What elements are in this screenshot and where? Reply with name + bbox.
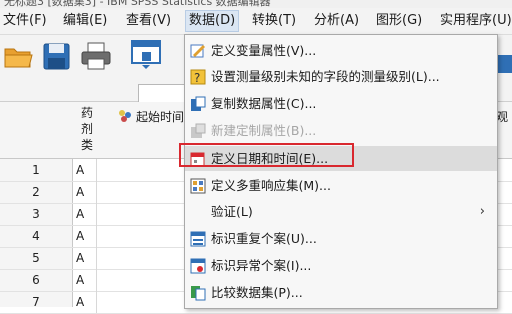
unusual-cases-icon (190, 258, 206, 274)
table-cell[interactable]: A (73, 291, 97, 313)
menu-edit[interactable]: 编辑(E) (60, 11, 110, 31)
table-cell[interactable]: A (73, 203, 97, 225)
menu-graphs[interactable]: 图形(G) (373, 11, 425, 31)
start-header-label: 起始时间 (136, 110, 185, 124)
menu-define-multiple-response[interactable]: 定义多重响应集(M)... (185, 173, 497, 198)
menu-define-variable-properties[interactable]: 定义变量属性(V)... (185, 38, 497, 63)
scale-variable-icon (119, 110, 131, 122)
column-header-var[interactable]: 药剂类 (78, 105, 96, 153)
row-number[interactable]: 7 (0, 291, 72, 313)
menu-transform[interactable]: 转换(T) (249, 11, 299, 31)
menu-identify-unusual-cases[interactable]: 标识异常个案(I)... (185, 253, 497, 278)
save-icon[interactable] (42, 41, 72, 71)
menu-set-measurement-level[interactable]: ? 设置测量级别未知的字段的测量级别(L)... (185, 64, 497, 89)
data-menu-dropdown: 定义变量属性(V)... ? 设置测量级别未知的字段的测量级别(L)... 复制… (184, 34, 498, 309)
menu-analyze[interactable]: 分析(A) (311, 11, 362, 31)
menu-view[interactable]: 查看(V) (123, 11, 174, 31)
table-cell[interactable]: A (73, 269, 97, 291)
title-bar: 无标题3 [数据集3] - IBM SPSS Statistics 数据编辑器 (0, 0, 512, 8)
row-number[interactable]: 5 (0, 247, 72, 269)
menu-data[interactable]: 数据(D) (185, 10, 240, 32)
toolbar-edge-icon[interactable] (496, 53, 512, 75)
open-folder-icon[interactable] (3, 41, 33, 71)
window-title: 无标题3 [数据集3] - IBM SPSS Statistics 数据编辑器 (4, 0, 271, 8)
print-icon[interactable] (80, 41, 112, 71)
menu-compare-datasets[interactable]: 比较数据集(P)... (185, 280, 497, 305)
menu-copy-data-properties[interactable]: 复制数据属性(C)... (185, 91, 497, 116)
table-cell[interactable]: A (73, 159, 97, 181)
row-number[interactable]: 2 (0, 181, 72, 203)
multiple-response-icon (190, 178, 206, 194)
custom-attribute-icon (191, 123, 206, 138)
table-cell[interactable]: A (73, 225, 97, 247)
table-cell[interactable]: A (73, 247, 97, 269)
row-number[interactable]: 6 (0, 269, 72, 291)
measure-level-icon: ? (190, 69, 206, 85)
row-number[interactable]: 1 (0, 159, 72, 181)
duplicate-cases-icon (190, 231, 206, 247)
compare-datasets-icon (191, 286, 206, 301)
menu-utilities[interactable]: 实用程序(U) (437, 11, 512, 31)
menu-identify-duplicate-cases[interactable]: 标识重复个案(U)... (185, 226, 497, 251)
menu-bar: 文件(F) 编辑(E) 查看(V) 数据(D) 转换(T) 分析(A) 图形(G… (0, 8, 512, 35)
row-number[interactable]: 4 (0, 225, 72, 247)
highlight-box (179, 143, 354, 167)
menu-validation[interactable]: 验证(L) › (185, 199, 497, 224)
submenu-arrow-icon: › (479, 204, 485, 219)
menu-file[interactable]: 文件(F) (0, 11, 50, 31)
svg-text:?: ? (194, 71, 200, 85)
table-cell[interactable]: A (73, 181, 97, 203)
row-number[interactable]: 3 (0, 203, 72, 225)
column-header-start[interactable]: 起始时间 (118, 108, 184, 125)
define-properties-icon (190, 44, 205, 58)
dialog-recall-icon[interactable] (130, 39, 164, 69)
menu-new-custom-attribute[interactable]: 新建定制属性(B)... (185, 118, 497, 143)
copy-properties-icon (191, 96, 206, 111)
